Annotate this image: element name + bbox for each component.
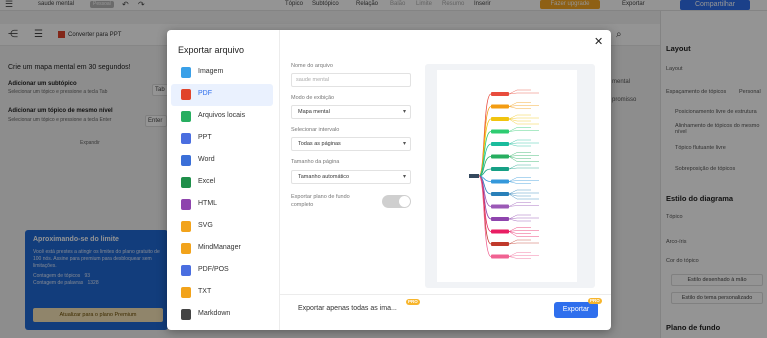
file-type-icon bbox=[181, 133, 191, 144]
format-label: PDF/POS bbox=[198, 266, 229, 273]
format-item-txt[interactable]: TXT bbox=[171, 282, 273, 304]
file-type-icon bbox=[181, 265, 191, 276]
format-list: Imagem PDF Arquivos locais PPT Word Excel HTML… bbox=[167, 62, 279, 326]
mind-map-preview bbox=[437, 70, 577, 282]
file-type-icon bbox=[181, 243, 191, 254]
format-label: Arquivos locais bbox=[198, 112, 246, 119]
page-size-select[interactable]: Tamanho automático ▾ bbox=[291, 170, 411, 184]
topic-node bbox=[491, 142, 509, 146]
export-dialog: Exportar arquivo ✕ Imagem PDF Arquivos loc… bbox=[167, 30, 611, 330]
topic-node bbox=[491, 229, 509, 234]
topic-node bbox=[491, 204, 509, 209]
toggle-knob bbox=[399, 196, 410, 207]
file-name-label: Nome do arquivo bbox=[291, 63, 333, 69]
format-item-ppt[interactable]: PPT bbox=[171, 128, 273, 150]
range-label: Selecionar intervalo bbox=[291, 127, 340, 133]
topic-node bbox=[491, 192, 509, 196]
topic-node bbox=[491, 167, 509, 171]
file-type-icon bbox=[181, 221, 191, 232]
topic-node bbox=[491, 217, 509, 221]
divider bbox=[279, 30, 280, 330]
chevron-down-icon: ▾ bbox=[402, 141, 406, 147]
chevron-down-icon: ▾ bbox=[402, 174, 406, 180]
format-label: TXT bbox=[198, 288, 212, 295]
pro-badge: PRO bbox=[588, 298, 602, 304]
page-size-label: Tamanho da página bbox=[291, 159, 340, 165]
format-item-html[interactable]: HTML bbox=[171, 194, 273, 216]
file-type-icon bbox=[181, 89, 191, 100]
file-name-input[interactable]: saude mental bbox=[291, 73, 411, 87]
pro-badge: PRO bbox=[406, 299, 420, 305]
file-type-icon bbox=[181, 309, 191, 320]
format-label: Word bbox=[198, 156, 215, 163]
close-icon[interactable]: ✕ bbox=[594, 35, 603, 48]
export-all-images-option[interactable]: Exportar apenas todas as ima... bbox=[298, 305, 397, 312]
format-label: Markdown bbox=[198, 310, 231, 317]
format-label: Excel bbox=[198, 178, 216, 185]
format-label: SVG bbox=[198, 222, 213, 229]
topic-node bbox=[491, 117, 509, 121]
format-item-arquivos-locais[interactable]: Arquivos locais bbox=[171, 106, 273, 128]
format-item-markdown[interactable]: Markdown bbox=[171, 304, 273, 326]
view-mode-value: Mapa mental bbox=[298, 109, 330, 115]
format-item-excel[interactable]: Excel bbox=[171, 172, 273, 194]
background-export-toggle[interactable] bbox=[382, 195, 411, 208]
file-type-icon bbox=[181, 111, 191, 122]
format-item-mindmanager[interactable]: MindManager bbox=[171, 238, 273, 260]
format-item-pdf[interactable]: PDF bbox=[171, 84, 273, 106]
topic-node bbox=[491, 104, 509, 109]
dialog-title: Exportar arquivo bbox=[178, 45, 245, 55]
export-button[interactable]: Exportar bbox=[554, 302, 598, 318]
file-type-icon bbox=[181, 155, 191, 166]
file-type-icon bbox=[181, 287, 191, 298]
preview-page bbox=[437, 70, 577, 282]
format-item-pdf-pos[interactable]: PDF/POS bbox=[171, 260, 273, 282]
topic-node bbox=[491, 129, 509, 134]
central-topic-node bbox=[469, 174, 479, 178]
topic-node bbox=[491, 154, 509, 159]
format-item-word[interactable]: Word bbox=[171, 150, 273, 172]
range-select[interactable]: Todas as páginas ▾ bbox=[291, 137, 411, 151]
format-label: MindManager bbox=[198, 244, 241, 251]
file-type-icon bbox=[181, 67, 191, 78]
background-export-label: Exportar plano de fundo completo bbox=[291, 194, 350, 208]
format-item-imagem[interactable]: Imagem bbox=[171, 62, 273, 84]
format-label: PDF bbox=[198, 90, 212, 97]
range-value: Todas as páginas bbox=[298, 141, 341, 147]
chevron-down-icon: ▾ bbox=[402, 109, 406, 115]
format-label: PPT bbox=[198, 134, 212, 141]
export-preview bbox=[425, 64, 595, 288]
file-type-icon bbox=[181, 199, 191, 210]
page-size-value: Tamanho automático bbox=[298, 174, 350, 180]
topic-node bbox=[491, 242, 509, 246]
format-label: Imagem bbox=[198, 68, 224, 75]
format-item-svg[interactable]: SVG bbox=[171, 216, 273, 238]
topic-node bbox=[491, 254, 509, 259]
format-label: HTML bbox=[198, 200, 218, 207]
view-mode-label: Modo de exibição bbox=[291, 95, 335, 101]
file-type-icon bbox=[181, 177, 191, 188]
view-mode-select[interactable]: Mapa mental ▾ bbox=[291, 105, 411, 119]
topic-node bbox=[491, 179, 509, 184]
topic-node bbox=[491, 92, 509, 96]
dialog-footer: Exportar apenas todas as ima... PRO Expo… bbox=[280, 294, 611, 330]
